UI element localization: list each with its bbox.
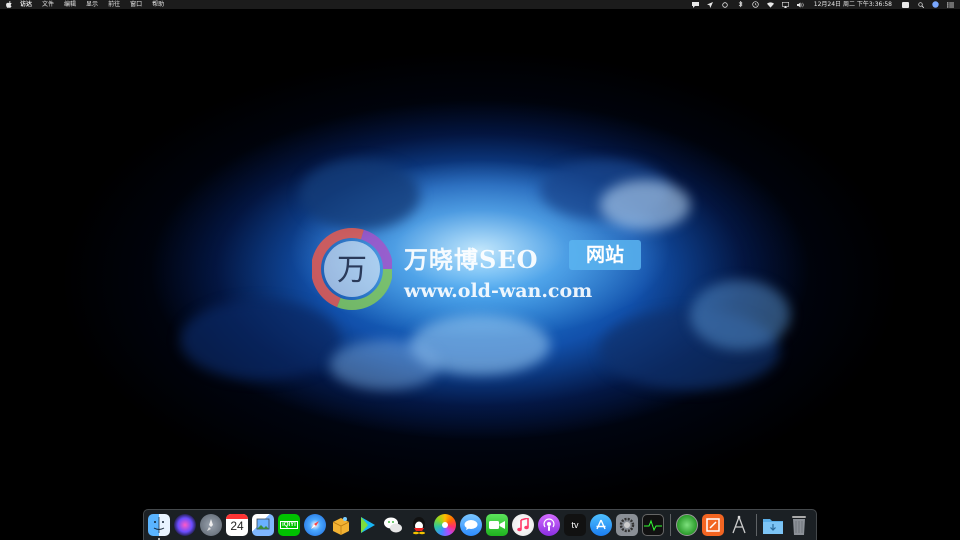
menu-file[interactable]: 文件 bbox=[42, 0, 54, 9]
chat-bubble-icon[interactable] bbox=[691, 1, 699, 8]
dock-system-preferences-icon[interactable] bbox=[616, 514, 638, 536]
location-arrow-icon[interactable] bbox=[707, 1, 714, 8]
dock-safari-icon[interactable] bbox=[304, 514, 326, 536]
dock: 24 iQIYI tv bbox=[143, 509, 817, 540]
dock-media-player-icon[interactable] bbox=[356, 514, 378, 536]
menu-view[interactable]: 显示 bbox=[86, 0, 98, 9]
dock-calendar-icon[interactable]: 24 bbox=[226, 514, 248, 536]
menu-app-name[interactable]: 访达 bbox=[20, 0, 32, 9]
watermark-title: 万晓博SEO bbox=[404, 245, 539, 274]
watermark: 万 万晓博SEO 网站 www.old-wan.com bbox=[312, 226, 652, 318]
dock-photos-icon[interactable] bbox=[434, 514, 456, 536]
watermark-url: www.old-wan.com bbox=[404, 280, 593, 302]
menu-clock[interactable]: 12月24日 周二 下午3:36:58 bbox=[814, 0, 892, 9]
dock-finder-icon[interactable] bbox=[148, 514, 170, 536]
dock-green-circle-app-icon[interactable] bbox=[676, 514, 698, 536]
dock-music-icon[interactable] bbox=[512, 514, 534, 536]
menu-window[interactable]: 窗口 bbox=[130, 0, 142, 9]
notification-center-icon[interactable] bbox=[947, 1, 954, 8]
wallpaper-cloud bbox=[300, 160, 420, 230]
volume-icon[interactable] bbox=[796, 1, 804, 8]
circle-arrow-icon[interactable] bbox=[722, 1, 729, 8]
dock-qq-icon[interactable] bbox=[408, 514, 430, 536]
wifi-icon[interactable] bbox=[766, 1, 774, 8]
dock-trash-icon[interactable] bbox=[788, 514, 810, 536]
apple-tv-label: tv bbox=[571, 520, 579, 530]
menu-bar: 访达 文件 编辑 显示 前往 窗口 帮助 12月24日 周二 下午3:36:58 bbox=[0, 0, 960, 9]
keyboard-input-icon[interactable] bbox=[902, 1, 909, 8]
iqiyi-label: iQIYI bbox=[280, 521, 298, 529]
wallpaper-cloud bbox=[690, 280, 790, 350]
dock-sandbox-icon[interactable] bbox=[330, 514, 352, 536]
wallpaper-cloud bbox=[330, 340, 440, 390]
search-icon[interactable] bbox=[917, 1, 924, 8]
dock-iqiyi-icon[interactable]: iQIYI bbox=[278, 514, 300, 536]
watermark-logo-icon: 万 bbox=[312, 228, 392, 310]
menu-go[interactable]: 前往 bbox=[108, 0, 120, 9]
menu-help[interactable]: 帮助 bbox=[152, 0, 164, 9]
dock-separator bbox=[670, 514, 671, 536]
dock-downloads-folder-icon[interactable] bbox=[762, 514, 784, 536]
desktop[interactable]: 访达 文件 编辑 显示 前往 窗口 帮助 12月24日 周二 下午3:36:58 bbox=[0, 0, 960, 540]
watermark-badge: 网站 bbox=[569, 240, 641, 270]
menu-edit[interactable]: 编辑 bbox=[64, 0, 76, 9]
calendar-day: 24 bbox=[230, 519, 244, 533]
dock-activity-monitor-icon[interactable] bbox=[642, 514, 664, 536]
dock-launchpad-icon[interactable] bbox=[200, 514, 222, 536]
airplay-icon[interactable] bbox=[781, 1, 789, 8]
dock-messages-icon[interactable] bbox=[460, 514, 482, 536]
time-machine-icon[interactable] bbox=[752, 1, 759, 8]
watermark-logo-glyph: 万 bbox=[337, 253, 367, 288]
dock-podcasts-icon[interactable] bbox=[538, 514, 560, 536]
wallpaper-cloud bbox=[600, 180, 690, 230]
bluetooth-icon[interactable] bbox=[737, 1, 744, 8]
dock-wechat-icon[interactable] bbox=[382, 514, 404, 536]
dock-red-square-app-icon[interactable] bbox=[702, 514, 724, 536]
dock-separator bbox=[756, 514, 757, 536]
dock-apple-tv-icon[interactable]: tv bbox=[564, 514, 586, 536]
dock-wireless-diagnostics-icon[interactable] bbox=[728, 514, 750, 536]
dock-preview-icon[interactable] bbox=[252, 514, 274, 536]
siri-icon[interactable] bbox=[932, 1, 939, 8]
dock-app-store-icon[interactable] bbox=[590, 514, 612, 536]
dock-facetime-icon[interactable] bbox=[486, 514, 508, 536]
apple-logo-icon[interactable] bbox=[6, 1, 13, 8]
dock-siri-icon[interactable] bbox=[174, 514, 196, 536]
